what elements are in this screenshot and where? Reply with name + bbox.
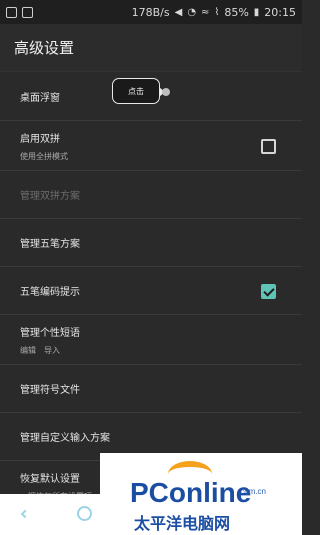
setting-title: 启用双拼 [20, 133, 60, 145]
signal-icon: ⌇ [214, 6, 220, 18]
notification-icon [6, 6, 17, 18]
watermark: PConline .com.cn 太平洋电脑网 [100, 453, 302, 535]
wifi-icon: ≈ [201, 6, 210, 18]
setting-desktop-float[interactable]: 桌面浮窗 点击 [0, 73, 302, 121]
mute-icon: ◀ [174, 6, 183, 18]
watermark-subtitle: 太平洋电脑网 [134, 514, 231, 533]
battery-level: 85% [224, 5, 249, 19]
setting-manage-phrases[interactable]: 管理个性短语 编辑 导入 [0, 315, 302, 365]
setting-wubi-hint[interactable]: 五笔编码提示 [0, 267, 302, 315]
network-speed: 178B/s [131, 5, 170, 19]
setting-title: 管理自定义输入方案 [20, 433, 110, 444]
setting-subtitle: 编辑 导入 [20, 345, 60, 355]
app-bar: 高级设置 [0, 24, 302, 72]
setting-title: 管理个性短语 [20, 327, 80, 339]
home-icon[interactable] [77, 506, 92, 521]
watermark-logo: PConline [130, 477, 252, 508]
setting-title: 管理五笔方案 [20, 239, 80, 250]
setting-manage-wubi[interactable]: 管理五笔方案 [0, 219, 302, 267]
wubi-hint-checkbox[interactable] [261, 283, 276, 299]
back-icon[interactable] [20, 509, 30, 519]
battery-icon: ▮ [253, 6, 260, 18]
watermark-domain: .com.cn [238, 487, 267, 496]
shuangpin-checkbox[interactable] [261, 138, 276, 154]
alarm-icon: ◔ [187, 6, 197, 18]
tooltip-label: 点击 [128, 86, 144, 96]
setting-subtitle: 使用全拼模式 [20, 151, 68, 161]
tap-point-indicator [162, 88, 170, 96]
page-title: 高级设置 [14, 39, 75, 57]
setting-title: 五笔编码提示 [20, 287, 80, 298]
setting-enable-shuangpin[interactable]: 启用双拼 使用全拼模式 [0, 121, 302, 171]
image-icon [22, 6, 33, 18]
setting-manage-shuangpin: 管理双拼方案 [0, 171, 302, 219]
status-bar: 178B/s ◀ ◔ ≈ ⌇ 85% ▮ 20:15 [0, 0, 302, 24]
setting-manage-symbols[interactable]: 管理符号文件 [0, 365, 302, 413]
clock: 20:15 [264, 5, 296, 19]
setting-title: 管理符号文件 [20, 385, 80, 396]
setting-title: 管理双拼方案 [20, 191, 80, 202]
tap-hint-tooltip: 点击 [112, 78, 165, 104]
settings-list: 桌面浮窗 点击 启用双拼 使用全拼模式 管理双拼方案 管理五笔方案 五笔编码提示… [0, 73, 302, 511]
